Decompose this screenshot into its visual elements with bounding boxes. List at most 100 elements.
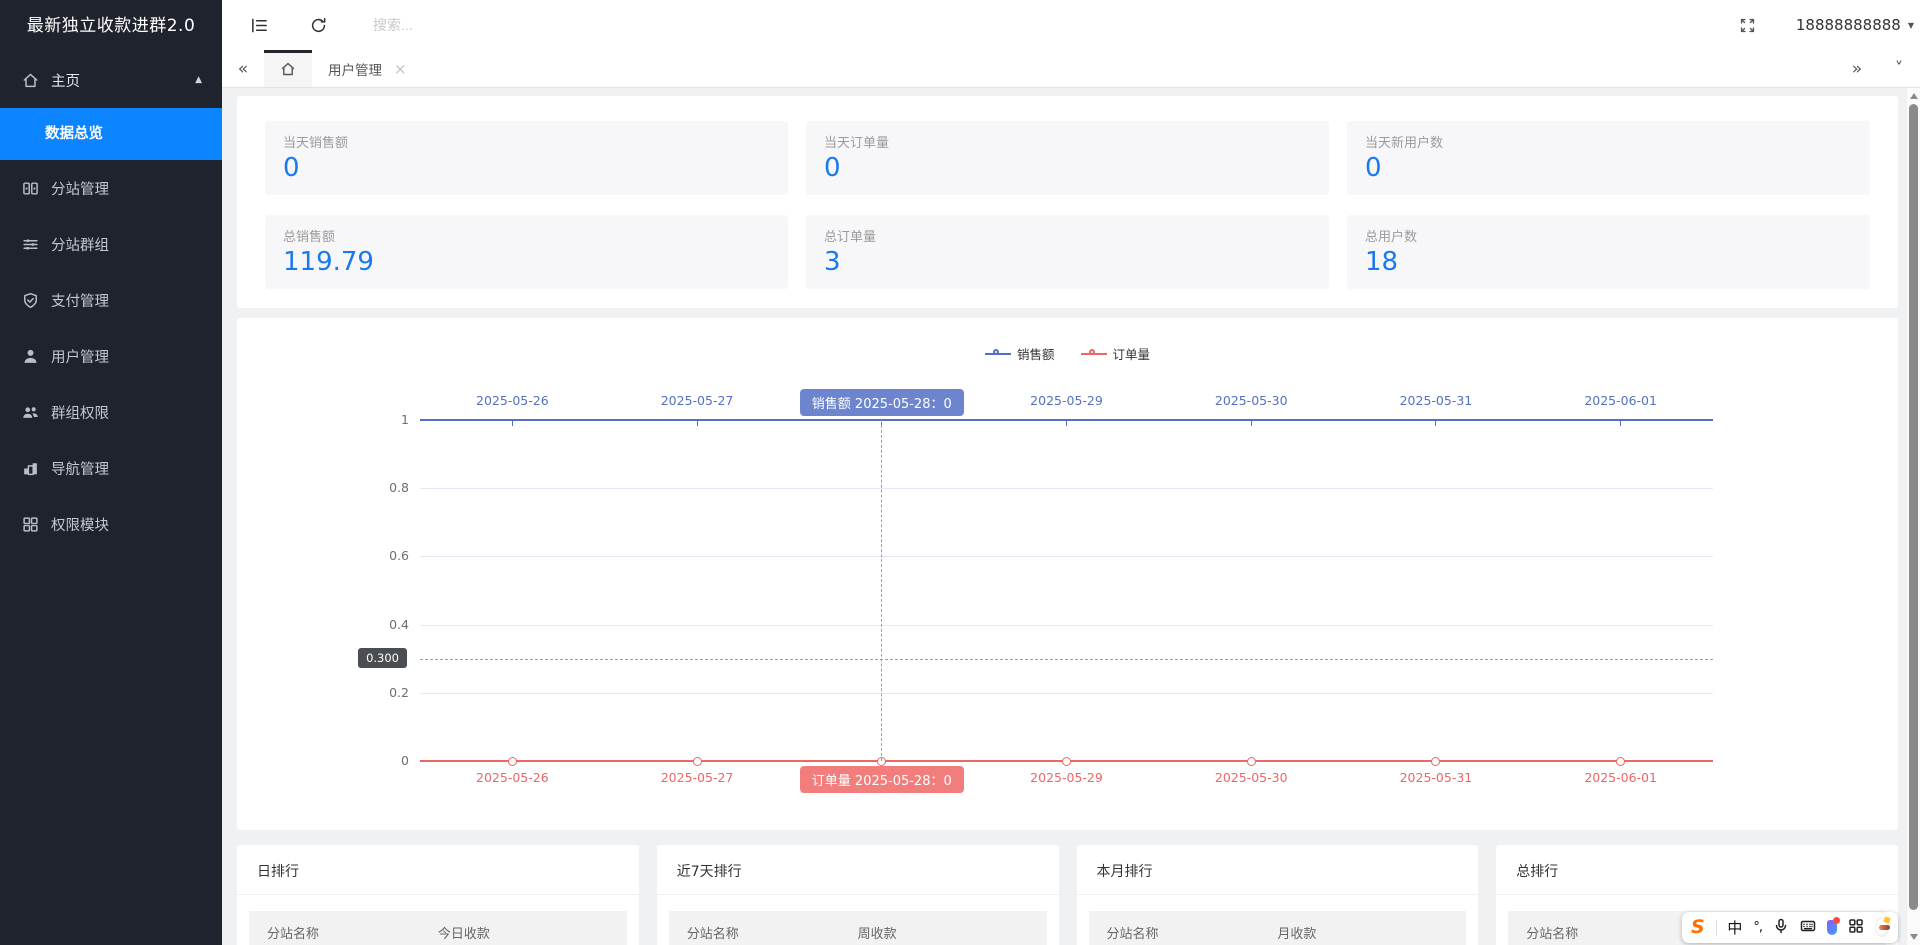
sidebar-item-home[interactable]: 主页 ▲ <box>0 52 222 108</box>
orders-data-point[interactable] <box>1616 757 1625 766</box>
legend-marker-sales <box>985 349 1011 359</box>
chart-legend: 销售额 订单量 <box>237 344 1898 363</box>
close-icon[interactable]: × <box>394 60 407 78</box>
sidebar-item-label: 分站群组 <box>51 234 109 255</box>
stat-today-new-users: 当天新用户数 0 <box>1347 121 1870 195</box>
app-title: 最新独立收款进群2.0 <box>0 0 222 52</box>
stat-total-orders: 总订单量 3 <box>806 215 1329 289</box>
fullscreen-icon[interactable] <box>1739 17 1756 34</box>
stat-today-orders: 当天订单量 0 <box>806 121 1329 195</box>
sidebar-item-group-permission[interactable]: 群组权限 <box>0 384 222 440</box>
user-icon <box>22 348 39 365</box>
sidebar-item-user-manage[interactable]: 用户管理 <box>0 328 222 384</box>
sidebar-item-data-overview[interactable]: 数据总览 <box>0 108 222 160</box>
legend-marker-orders <box>1081 349 1107 359</box>
x-axis-label-top: 2025-05-26 <box>476 393 549 408</box>
x-axis-tick <box>697 421 698 426</box>
chart-plot[interactable]: 00.20.40.60.810.3002025-05-262025-05-262… <box>420 420 1713 761</box>
orders-data-point[interactable] <box>1062 757 1071 766</box>
legend-item-sales[interactable]: 销售额 <box>985 344 1055 363</box>
scroll-down-arrow[interactable] <box>1910 934 1918 940</box>
stat-label: 当天销售额 <box>283 132 770 151</box>
trend-chart-card: 销售额 订单量 00.20.40.60.810.3002025-05-26202… <box>237 318 1898 830</box>
x-axis-label-bottom: 2025-06-01 <box>1584 770 1657 785</box>
tab-label: 用户管理 <box>328 59 382 79</box>
ime-divider <box>1716 920 1717 936</box>
sidebar-item-site-groups[interactable]: 分站群组 <box>0 216 222 272</box>
x-axis-label-top: 2025-05-31 <box>1400 393 1473 408</box>
legend-item-orders[interactable]: 订单量 <box>1081 344 1151 363</box>
orders-tooltip: 订单量 2025-05-28：0 <box>800 766 964 793</box>
x-axis-label-bottom: 2025-05-26 <box>476 770 549 785</box>
y-axis-tick-label: 0.8 <box>349 480 409 495</box>
x-axis-label-bottom: 2025-05-31 <box>1400 770 1473 785</box>
collapse-sidebar-icon[interactable] <box>250 16 269 35</box>
chart-gridline <box>420 625 1713 626</box>
vertical-scrollbar <box>1906 88 1920 945</box>
stat-value: 119.79 <box>283 248 770 278</box>
orders-data-point[interactable] <box>693 757 702 766</box>
chinese-mode-icon[interactable]: 中 <box>1727 917 1742 938</box>
x-axis-label-bottom: 2025-05-30 <box>1215 770 1288 785</box>
sidebar-item-payment-manage[interactable]: 支付管理 <box>0 272 222 328</box>
sogou-logo-icon[interactable]: S <box>1691 918 1705 937</box>
tabs-scroll-left-icon[interactable]: « <box>222 50 264 87</box>
crosshair-y-value-badge: 0.300 <box>358 648 407 668</box>
sidebar-item-label: 支付管理 <box>51 290 109 311</box>
y-axis-tick-label: 1 <box>349 412 409 427</box>
stat-value: 0 <box>1365 154 1852 184</box>
rank-table-header: 分站名称 月收款 <box>1089 911 1467 945</box>
sidebar-item-permission-module[interactable]: 权限模块 <box>0 496 222 552</box>
y-axis-tick-label: 0.6 <box>349 548 409 563</box>
legend-label: 订单量 <box>1113 344 1151 363</box>
rank-card-daily: 日排行 分站名称 今日收款 <box>237 845 639 945</box>
rank-col-amount: 周收款 <box>858 923 897 942</box>
orders-data-point[interactable] <box>508 757 517 766</box>
stat-total-users: 总用户数 18 <box>1347 215 1870 289</box>
stat-label: 总订单量 <box>824 226 1311 245</box>
tabs-scroll-right-icon[interactable]: » <box>1836 50 1878 87</box>
orders-data-point[interactable] <box>1247 757 1256 766</box>
chart-gridline <box>420 556 1713 557</box>
sales-tooltip: 销售额 2025-05-28：0 <box>800 389 964 416</box>
skin-icon[interactable] <box>1827 920 1837 935</box>
x-axis-label-bottom: 2025-05-27 <box>661 770 734 785</box>
stat-value: 3 <box>824 248 1311 278</box>
punctuation-icon[interactable]: °, <box>1753 920 1762 935</box>
rank-table-header: 分站名称 周收款 <box>669 911 1047 945</box>
permission-module-icon <box>22 516 39 533</box>
navigation-icon <box>22 460 39 477</box>
x-axis-tick <box>1620 421 1621 426</box>
scroll-up-arrow[interactable] <box>1910 93 1918 99</box>
chevron-down-icon: ▼ <box>1908 21 1914 30</box>
rank-title: 近7天排行 <box>657 845 1059 895</box>
subsite-icon <box>22 180 39 197</box>
sidebar-item-subsite-manage[interactable]: 分站管理 <box>0 160 222 216</box>
search-input[interactable] <box>373 17 653 33</box>
scrollbar-thumb[interactable] <box>1909 104 1918 910</box>
stat-label: 当天订单量 <box>824 132 1311 151</box>
microphone-icon[interactable] <box>1773 918 1789 938</box>
toolbox-icon[interactable] <box>1848 918 1864 938</box>
sidebar-item-label: 导航管理 <box>51 458 109 479</box>
tab-user-manage[interactable]: 用户管理 × <box>312 50 423 87</box>
rank-col-site: 分站名称 <box>1089 923 1278 942</box>
stat-value: 18 <box>1365 248 1852 278</box>
group-permission-icon <box>22 404 39 421</box>
user-menu[interactable]: 18888888888 ▼ <box>1796 16 1914 34</box>
x-axis-label-top: 2025-05-29 <box>1030 393 1103 408</box>
tabs-menu-icon[interactable]: ˅ <box>1878 50 1920 87</box>
rank-title: 日排行 <box>237 845 639 895</box>
refresh-icon[interactable] <box>309 16 328 35</box>
home-tab-icon <box>280 61 296 77</box>
keyboard-icon[interactable] <box>1800 918 1816 938</box>
orders-data-point[interactable] <box>1431 757 1440 766</box>
y-axis-tick-label: 0.4 <box>349 617 409 632</box>
site-groups-icon <box>22 236 39 253</box>
sidebar-submenu: 数据总览 <box>0 108 222 160</box>
payment-icon <box>22 292 39 309</box>
sidebar-item-navigation-manage[interactable]: 导航管理 <box>0 440 222 496</box>
emoji-icon[interactable] <box>1875 918 1889 937</box>
tab-home[interactable] <box>264 50 312 87</box>
legend-label: 销售额 <box>1017 344 1055 363</box>
